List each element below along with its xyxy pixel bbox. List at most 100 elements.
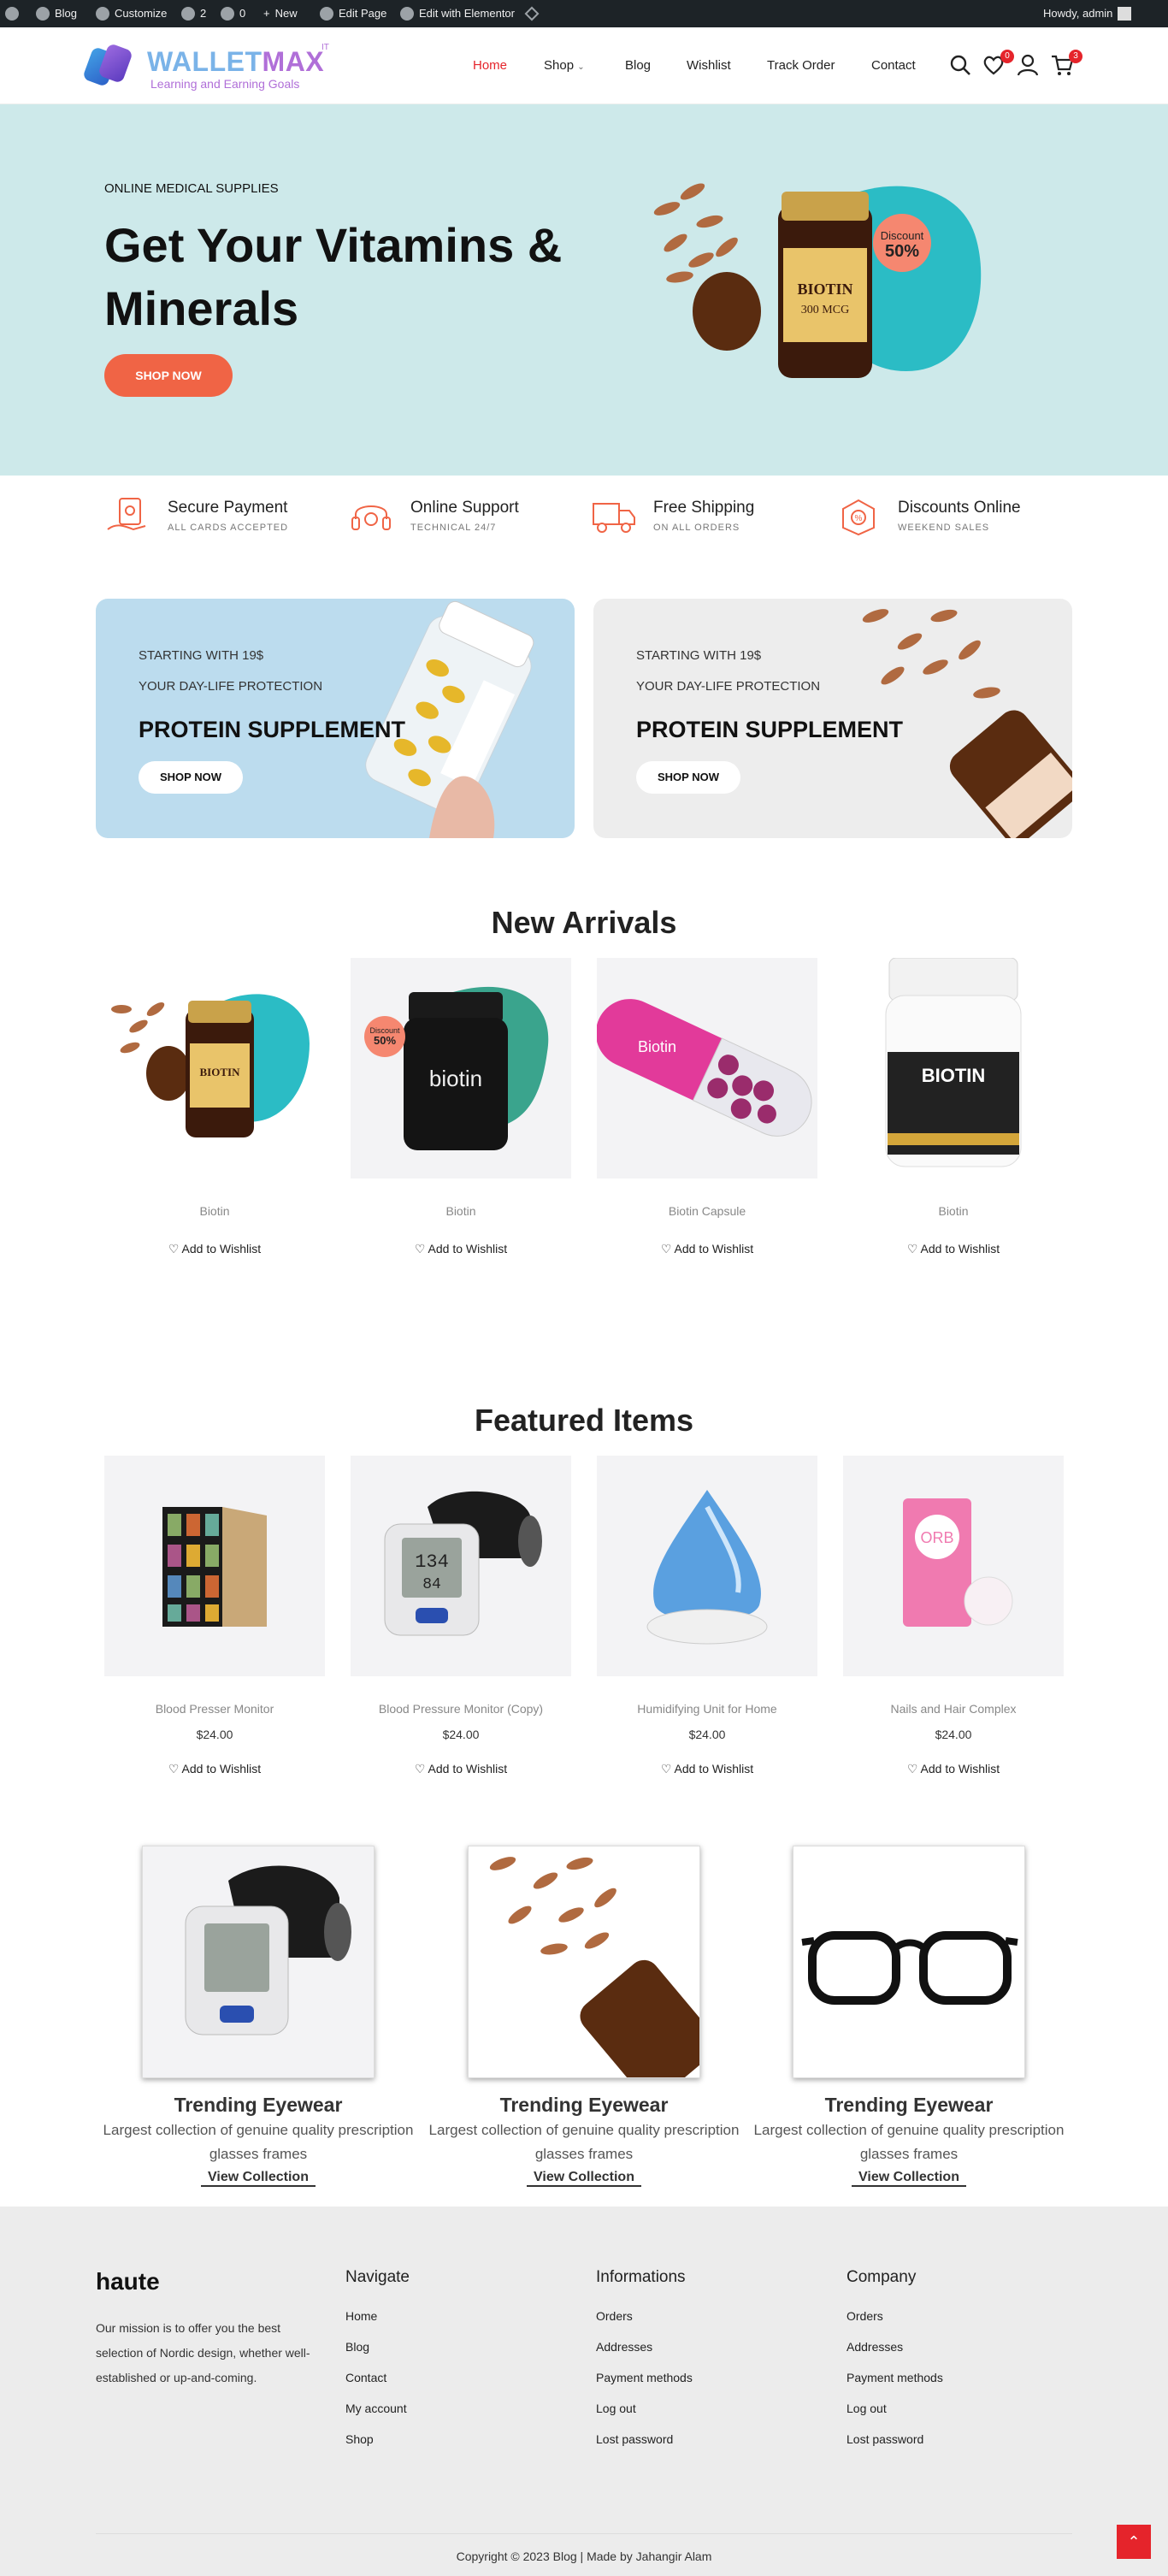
product-card[interactable]: Biotin Biotin Capsule ♡ Add to Wishlist	[597, 958, 817, 1256]
footer-link-orders[interactable]: Orders	[847, 2309, 943, 2323]
product-image[interactable]	[597, 1456, 817, 1676]
product-card[interactable]: BIOTIN Biotin ♡ Add to Wishlist	[843, 958, 1064, 1256]
trending-image[interactable]	[468, 1846, 700, 2078]
user-icon[interactable]	[1016, 53, 1040, 77]
banner-shop-now-button[interactable]: SHOP NOW	[139, 761, 243, 794]
admin-bar-updates[interactable]: 2	[181, 0, 206, 27]
footer-link-lost-password[interactable]: Lost password	[847, 2432, 943, 2446]
admin-bar-customize[interactable]: Customize	[96, 0, 167, 27]
footer-link-home[interactable]: Home	[345, 2309, 410, 2323]
promo-banner-2[interactable]: STARTING WITH 19$ YOUR DAY-LIFE PROTECTI…	[593, 599, 1072, 838]
trending-image[interactable]	[142, 1846, 375, 2078]
footer-link-log-out[interactable]: Log out	[596, 2402, 693, 2415]
product-card[interactable]: Humidifying Unit for Home $24.00 ♡ Add t…	[597, 1456, 817, 1776]
feature-discounts-online: % Discounts Online WEEKEND SALES	[835, 486, 1021, 546]
biotin-capsule-image: Biotin	[597, 999, 812, 1137]
product-image[interactable]: Biotin	[597, 958, 817, 1179]
trending-image[interactable]	[793, 1846, 1025, 2078]
footer-link-contact[interactable]: Contact	[345, 2371, 410, 2384]
admin-bar-elementor[interactable]: Edit with Elementor	[400, 0, 515, 27]
footer-link-orders[interactable]: Orders	[596, 2309, 693, 2323]
add-to-wishlist-button[interactable]: ♡ Add to Wishlist	[843, 1762, 1064, 1776]
footer-link-payment-methods[interactable]: Payment methods	[596, 2371, 693, 2384]
heart-icon: ♡	[660, 1762, 672, 1775]
diamond-icon[interactable]	[524, 0, 540, 27]
view-collection-link[interactable]: View Collection	[201, 2170, 316, 2187]
nav-blog[interactable]: Blog	[625, 58, 651, 73]
product-name[interactable]: Biotin	[843, 1204, 1064, 1218]
product-image[interactable]	[104, 1456, 325, 1676]
banner-shop-now-button[interactable]: SHOP NOW	[636, 761, 740, 794]
view-collection-link[interactable]: View Collection	[527, 2170, 641, 2187]
product-image[interactable]: BIOTIN	[104, 958, 325, 1179]
add-to-wishlist-button[interactable]: ♡ Add to Wishlist	[597, 1242, 817, 1256]
view-collection-link[interactable]: View Collection	[852, 2170, 966, 2187]
wordpress-logo-icon[interactable]	[5, 0, 19, 27]
footer-col-title: Navigate	[345, 2268, 410, 2286]
footer-link-log-out[interactable]: Log out	[847, 2402, 943, 2415]
add-to-wishlist-button[interactable]: ♡ Add to Wishlist	[104, 1242, 325, 1256]
promo-banner-1[interactable]: STARTING WITH 19$ YOUR DAY-LIFE PROTECTI…	[96, 599, 575, 838]
product-card[interactable]: 134 84 Blood Pressure Monitor (Copy) $24…	[351, 1456, 571, 1776]
feature-title: Free Shipping	[653, 499, 755, 517]
feature-title: Online Support	[410, 499, 519, 517]
product-card[interactable]: ORB Nails and Hair Complex $24.00 ♡ Add …	[843, 1456, 1064, 1776]
logo-text[interactable]: WALLETMAX	[147, 46, 324, 78]
product-name[interactable]: Biotin	[351, 1204, 571, 1218]
product-name[interactable]: Blood Pressure Monitor (Copy)	[351, 1702, 571, 1716]
add-to-wishlist-button[interactable]: ♡ Add to Wishlist	[104, 1762, 325, 1776]
site-header: WALLETMAX IT Learning and Earning Goals …	[0, 27, 1168, 104]
product-name[interactable]: Nails and Hair Complex	[843, 1702, 1064, 1716]
product-name[interactable]: Blood Presser Monitor	[104, 1702, 325, 1716]
product-image[interactable]: BIOTIN	[843, 958, 1064, 1179]
admin-bar-new[interactable]: + New	[263, 0, 298, 27]
product-card[interactable]: Blood Presser Monitor $24.00 ♡ Add to Wi…	[104, 1456, 325, 1776]
footer-link-lost-password[interactable]: Lost password	[596, 2432, 693, 2446]
feature-subtitle: WEEKEND SALES	[898, 523, 990, 533]
scroll-to-top-button[interactable]: ⌃	[1117, 2525, 1151, 2559]
footer-link-addresses[interactable]: Addresses	[596, 2340, 693, 2354]
nav-track-order[interactable]: Track Order	[767, 58, 835, 73]
product-card[interactable]: BIOTIN Biotin ♡ Add to Wishlist	[104, 958, 325, 1256]
nav-contact[interactable]: Contact	[871, 58, 916, 73]
product-image[interactable]: ORB	[843, 1456, 1064, 1676]
add-to-wishlist-button[interactable]: ♡ Add to Wishlist	[597, 1762, 817, 1776]
footer-link-my-account[interactable]: My account	[345, 2402, 410, 2415]
heart-icon: ♡	[414, 1762, 426, 1775]
plus-icon: +	[263, 7, 270, 20]
admin-bar-comments[interactable]: 0	[221, 0, 245, 27]
chevron-up-icon: ⌃	[1127, 2533, 1141, 2550]
hero-shop-now-button[interactable]: SHOP NOW	[104, 354, 233, 397]
footer-link-payment-methods[interactable]: Payment methods	[847, 2371, 943, 2384]
product-name[interactable]: Humidifying Unit for Home	[597, 1702, 817, 1716]
footer-col-navigate: Navigate Home Blog Contact My account Sh…	[345, 2268, 410, 2463]
footer-col-informations: Informations Orders Addresses Payment me…	[596, 2268, 693, 2463]
add-to-wishlist-button[interactable]: ♡ Add to Wishlist	[351, 1242, 571, 1256]
product-name[interactable]: Biotin Capsule	[597, 1204, 817, 1218]
footer-link-shop[interactable]: Shop	[345, 2432, 410, 2446]
footer-link-addresses[interactable]: Addresses	[847, 2340, 943, 2354]
eyeglasses-image	[801, 1931, 1018, 2005]
admin-bar-account[interactable]: Howdy, admin	[1043, 0, 1132, 27]
admin-bar-site-link[interactable]: Blog	[36, 0, 77, 27]
footer-col-company: Company Orders Addresses Payment methods…	[847, 2268, 943, 2463]
hero-title: Get Your Vitamins & Minerals	[104, 218, 563, 335]
secure-payment-icon	[107, 498, 146, 531]
product-price: $24.00	[688, 1728, 726, 1741]
admin-bar-edit-page[interactable]: Edit Page	[320, 0, 386, 27]
nav-wishlist[interactable]: Wishlist	[687, 58, 731, 73]
product-name[interactable]: Biotin	[104, 1204, 325, 1218]
nav-home[interactable]: Home	[473, 58, 507, 73]
product-image[interactable]: biotin Discount 50%	[351, 958, 571, 1179]
add-to-wishlist-button[interactable]: ♡ Add to Wishlist	[843, 1242, 1064, 1256]
product-card[interactable]: biotin Discount 50% Biotin ♡ Add to Wish…	[351, 958, 571, 1256]
product-image[interactable]: 134 84	[351, 1456, 571, 1676]
nav-shop[interactable]: Shop ⌄	[544, 58, 585, 73]
search-icon[interactable]	[948, 53, 972, 77]
discount-box-icon: %	[842, 499, 875, 536]
footer-link-blog[interactable]: Blog	[345, 2340, 410, 2354]
banner-title: PROTEIN SUPPLEMENT	[636, 717, 904, 742]
add-to-wishlist-button[interactable]: ♡ Add to Wishlist	[351, 1762, 571, 1776]
walletmax-logo-icon[interactable]	[82, 44, 135, 87]
chevron-down-icon: ⌄	[577, 62, 585, 72]
